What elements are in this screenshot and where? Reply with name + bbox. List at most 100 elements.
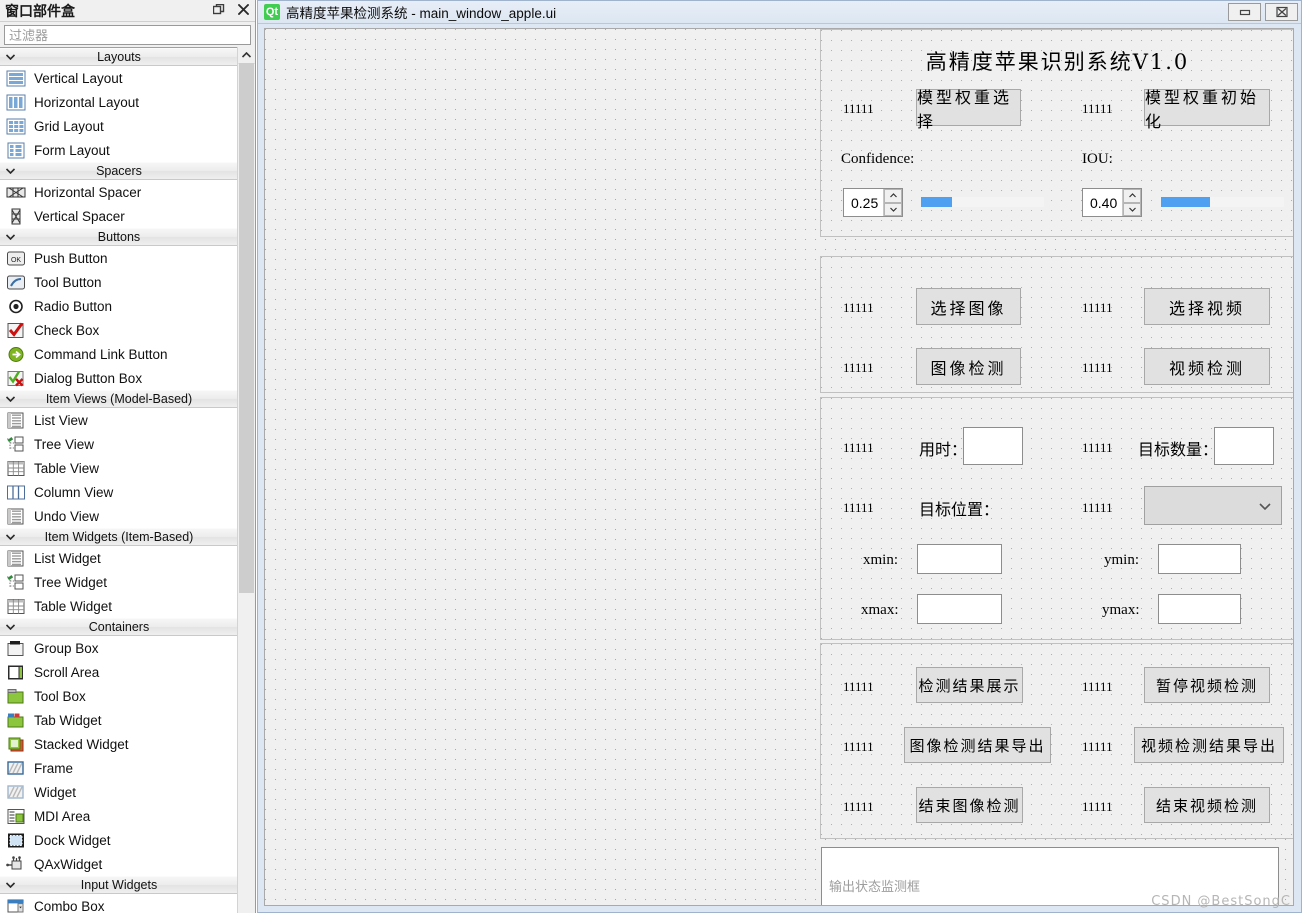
widget-category-containers[interactable]: Containers bbox=[0, 618, 238, 636]
widget-box-title: 窗口部件盒 bbox=[5, 2, 75, 19]
iou-step-down-icon[interactable] bbox=[1123, 202, 1141, 216]
widget-item-form-layout[interactable]: Form Layout bbox=[0, 138, 238, 162]
widget-item-grid-layout[interactable]: Grid Layout bbox=[0, 114, 238, 138]
command-link-button-icon bbox=[5, 345, 27, 363]
scroll-up-icon[interactable] bbox=[238, 47, 255, 64]
widget-item-tree-widget[interactable]: Tree Widget bbox=[0, 570, 238, 594]
count-row-label: 11111 bbox=[1082, 440, 1113, 455]
widget-category-spacers[interactable]: Spacers bbox=[0, 162, 238, 180]
widget-item-check-box[interactable]: Check Box bbox=[0, 318, 238, 342]
confidence-value: 0.25 bbox=[851, 194, 879, 211]
widget-item-table-view[interactable]: Table View bbox=[0, 456, 238, 480]
widget-item-list-view[interactable]: List View bbox=[0, 408, 238, 432]
widget-item-tree-view[interactable]: Tree View bbox=[0, 432, 238, 456]
widget-item-radio-button[interactable]: Radio Button bbox=[0, 294, 238, 318]
widget-item-table-widget[interactable]: Table Widget bbox=[0, 594, 238, 618]
count-value-field[interactable] bbox=[1214, 427, 1274, 465]
filter-input[interactable] bbox=[4, 25, 251, 45]
widget-item-label: Column View bbox=[34, 484, 114, 500]
ymin-field[interactable] bbox=[1158, 544, 1241, 574]
show-detection-result-button[interactable]: 检测结果展示 bbox=[916, 667, 1023, 703]
widget-item-command-link-button[interactable]: Command Link Button bbox=[0, 342, 238, 366]
confidence-step-up-icon[interactable] bbox=[884, 189, 902, 203]
widget-item-label: Tree Widget bbox=[34, 574, 108, 590]
widget-item-dialog-button-box[interactable]: Dialog Button Box bbox=[0, 366, 238, 390]
widget-category-item-views-model-based[interactable]: Item Views (Model-Based) bbox=[0, 390, 238, 408]
iou-step-up-icon[interactable] bbox=[1123, 189, 1141, 203]
widget-category-item-widgets-item-based[interactable]: Item Widgets (Item-Based) bbox=[0, 528, 238, 546]
confidence-stepper[interactable] bbox=[883, 189, 902, 216]
xmin-field[interactable] bbox=[917, 544, 1002, 574]
watermark: CSDN @BestSongC bbox=[1151, 894, 1291, 909]
widget-item-qaxwidget[interactable]: QAxWidget bbox=[0, 852, 238, 876]
stop-image-detect-button[interactable]: 结束图像检测 bbox=[916, 787, 1023, 823]
widget-item-label: Check Box bbox=[34, 322, 100, 338]
model-weight-select-button[interactable]: 模型权重选择 bbox=[916, 88, 1021, 131]
widget-item-label: Vertical Layout bbox=[34, 70, 123, 86]
close-icon[interactable] bbox=[236, 1, 251, 18]
time-label: 用时： bbox=[919, 440, 968, 459]
confidence-slider[interactable] bbox=[921, 197, 1044, 207]
confidence-spinbox[interactable]: 0.25 bbox=[843, 188, 903, 217]
dock-widget-icon bbox=[5, 831, 27, 849]
widget-category-buttons[interactable]: Buttons bbox=[0, 228, 238, 246]
widget-item-combo-box[interactable]: Combo Box bbox=[0, 894, 238, 913]
check-box-icon bbox=[5, 321, 27, 339]
widget-item-vertical-layout[interactable]: Vertical Layout bbox=[0, 66, 238, 90]
widget-item-label: Scroll Area bbox=[34, 664, 100, 680]
widget-item-horizontal-layout[interactable]: Horizontal Layout bbox=[0, 90, 238, 114]
iou-stepper[interactable] bbox=[1122, 189, 1141, 216]
widget-item-vertical-spacer[interactable]: Vertical Spacer bbox=[0, 204, 238, 228]
widget-item-label: Dialog Button Box bbox=[34, 370, 143, 386]
mdi-area-icon bbox=[5, 807, 27, 825]
widget-item-tool-box[interactable]: Tool Box bbox=[0, 684, 238, 708]
scrollbar-thumb[interactable] bbox=[239, 63, 254, 593]
widget-item-label: Tree View bbox=[34, 436, 95, 452]
widget-item-scroll-area[interactable]: Scroll Area bbox=[0, 660, 238, 684]
widget-item-label: Horizontal Layout bbox=[34, 94, 140, 110]
widget-item-widget[interactable]: Widget bbox=[0, 780, 238, 804]
push-button-icon: OK bbox=[5, 249, 27, 267]
video-detect-button[interactable]: 视频检测 bbox=[1144, 348, 1270, 385]
ymax-field[interactable] bbox=[1158, 594, 1241, 624]
stop-image-row-label: 11111 bbox=[843, 799, 874, 814]
xmax-field[interactable] bbox=[917, 594, 1002, 624]
widget-item-dock-widget[interactable]: Dock Widget bbox=[0, 828, 238, 852]
widget-item-undo-view[interactable]: Undo View bbox=[0, 504, 238, 528]
widget-item-horizontal-spacer[interactable]: Horizontal Spacer bbox=[0, 180, 238, 204]
widget-item-tool-button[interactable]: Tool Button bbox=[0, 270, 238, 294]
confidence-step-down-icon[interactable] bbox=[884, 202, 902, 216]
iou-slider[interactable] bbox=[1161, 197, 1284, 207]
widget-category-input-widgets[interactable]: Input Widgets bbox=[0, 876, 238, 894]
time-value-field[interactable] bbox=[963, 427, 1023, 465]
close-icon[interactable] bbox=[1265, 3, 1298, 21]
select-video-button[interactable]: 选择视频 bbox=[1144, 288, 1270, 325]
widget-item-column-view[interactable]: Column View bbox=[0, 480, 238, 504]
ymax-label: ymax: bbox=[1102, 602, 1140, 618]
table-widget-icon bbox=[5, 597, 27, 615]
select-image-button[interactable]: 选择图像 bbox=[916, 288, 1021, 325]
stop-video-detect-button[interactable]: 结束视频检测 bbox=[1144, 787, 1270, 823]
widget-category-label: Buttons bbox=[97, 230, 141, 244]
xmin-label: xmin: bbox=[863, 552, 899, 568]
widget-category-layouts[interactable]: Layouts bbox=[0, 48, 238, 66]
widget-item-tab-widget[interactable]: Tab Widget bbox=[0, 708, 238, 732]
widget-item-stacked-widget[interactable]: Stacked Widget bbox=[0, 732, 238, 756]
export-image-result-button[interactable]: 图像检测结果导出 bbox=[904, 727, 1051, 763]
export-video-result-button[interactable]: 视频检测结果导出 bbox=[1134, 727, 1284, 763]
widget-item-frame[interactable]: Frame bbox=[0, 756, 238, 780]
image-detect-button[interactable]: 图像检测 bbox=[916, 348, 1021, 385]
widget-box-scrollbar[interactable] bbox=[237, 47, 255, 913]
form-root-widget[interactable]: 高精度苹果识别系统V1.0 11111 模型权重选择 11111 模型权重初始化… bbox=[264, 28, 1294, 906]
widget-item-push-button[interactable]: OK Push Button bbox=[0, 246, 238, 270]
float-icon[interactable] bbox=[211, 1, 226, 18]
widget-item-group-box[interactable]: Group Box bbox=[0, 636, 238, 660]
pause-video-detect-button[interactable]: 暂停视频检测 bbox=[1144, 667, 1270, 703]
widget-item-mdi-area[interactable]: MDI Area bbox=[0, 804, 238, 828]
position-row-label: 11111 bbox=[843, 500, 874, 515]
iou-spinbox[interactable]: 0.40 bbox=[1082, 188, 1142, 217]
minimize-icon[interactable] bbox=[1228, 3, 1261, 21]
widget-item-list-widget[interactable]: List Widget bbox=[0, 546, 238, 570]
model-weight-init-button[interactable]: 模型权重初始化 bbox=[1144, 88, 1270, 131]
position-combobox[interactable] bbox=[1144, 486, 1282, 525]
